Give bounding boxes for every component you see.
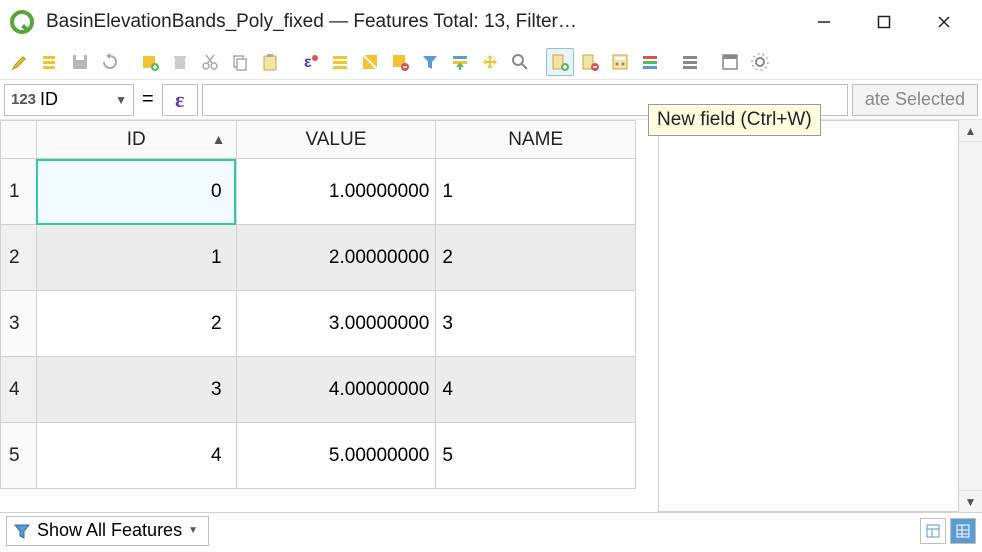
chevron-down-icon: ▼ xyxy=(188,525,198,536)
row-header[interactable]: 1 xyxy=(1,159,37,225)
cell-name[interactable]: 4 xyxy=(436,357,636,423)
pencil-icon[interactable] xyxy=(6,48,34,76)
chevron-down-icon: ▼ xyxy=(115,93,127,107)
settings-icon[interactable] xyxy=(746,48,774,76)
field-name-label: ID xyxy=(40,89,111,110)
table-row[interactable]: 212.000000002 xyxy=(1,225,636,291)
actions-icon[interactable] xyxy=(676,48,704,76)
cell-name[interactable]: 2 xyxy=(436,225,636,291)
column-header-value[interactable]: VALUE xyxy=(236,121,436,159)
add-feature-icon[interactable] xyxy=(136,48,164,76)
invert-select-icon[interactable] xyxy=(356,48,384,76)
status-bar: Show All Features ▼ xyxy=(0,512,982,548)
copy-icon[interactable] xyxy=(226,48,254,76)
minimize-button[interactable] xyxy=(794,2,854,42)
column-header-id[interactable]: ID▲ xyxy=(36,121,236,159)
dock-icon[interactable] xyxy=(716,48,744,76)
row-header[interactable]: 3 xyxy=(1,291,37,357)
form-view-button[interactable] xyxy=(920,518,946,544)
cell-id[interactable]: 3 xyxy=(36,357,236,423)
attribute-table: ID▲ VALUE NAME 101.000000001212.00000000… xyxy=(0,120,636,489)
window-controls xyxy=(794,2,974,42)
cell-id[interactable]: 0 xyxy=(36,159,236,225)
attribute-table-area: ID▲ VALUE NAME 101.000000001212.00000000… xyxy=(0,120,982,512)
scroll-down-icon[interactable]: ▼ xyxy=(959,490,982,512)
table-row[interactable]: 545.000000005 xyxy=(1,423,636,489)
expression-dialog-button[interactable]: ε xyxy=(162,84,198,116)
pan-to-icon[interactable] xyxy=(476,48,504,76)
row-header[interactable]: 2 xyxy=(1,225,37,291)
new-field-button[interactable] xyxy=(546,48,574,76)
column-header-name[interactable]: NAME xyxy=(436,121,636,159)
reload-icon[interactable] xyxy=(96,48,124,76)
svg-text:ε: ε xyxy=(304,54,312,71)
qgis-app-icon xyxy=(8,8,36,36)
expression-select-icon[interactable]: ε xyxy=(296,48,324,76)
field-type-prefix: 123 xyxy=(11,91,36,108)
titlebar: BasinElevationBands_Poly_fixed — Feature… xyxy=(0,0,982,44)
table-row[interactable]: 434.000000004 xyxy=(1,357,636,423)
scroll-up-icon[interactable]: ▲ xyxy=(959,120,982,142)
show-all-features-button[interactable]: Show All Features ▼ xyxy=(6,516,209,546)
cell-value[interactable]: 1.00000000 xyxy=(236,159,436,225)
select-all-icon[interactable] xyxy=(326,48,354,76)
table-view-button[interactable] xyxy=(950,518,976,544)
corner-header[interactable] xyxy=(1,121,37,159)
row-header[interactable]: 5 xyxy=(1,423,37,489)
cell-name[interactable]: 5 xyxy=(436,423,636,489)
multi-edit-icon[interactable] xyxy=(36,48,64,76)
row-header[interactable]: 4 xyxy=(1,357,37,423)
cell-value[interactable]: 5.00000000 xyxy=(236,423,436,489)
toolbar: ε xyxy=(0,44,982,80)
zoom-to-icon[interactable] xyxy=(506,48,534,76)
equals-label: = xyxy=(138,88,158,111)
cell-id[interactable]: 2 xyxy=(36,291,236,357)
cell-value[interactable]: 4.00000000 xyxy=(236,357,436,423)
vertical-scrollbar[interactable]: ▲ ▼ xyxy=(958,120,982,512)
field-calc-bar: 123 ID ▼ = ε ate Selected xyxy=(0,80,982,120)
show-all-label: Show All Features xyxy=(37,520,182,541)
filter-select-icon[interactable] xyxy=(416,48,444,76)
table-row[interactable]: 323.000000003 xyxy=(1,291,636,357)
table-row[interactable]: 101.000000001 xyxy=(1,159,636,225)
cell-name[interactable]: 3 xyxy=(436,291,636,357)
field-calc-icon[interactable] xyxy=(606,48,634,76)
cell-id[interactable]: 1 xyxy=(36,225,236,291)
deselect-icon[interactable] xyxy=(386,48,414,76)
move-top-icon[interactable] xyxy=(446,48,474,76)
cell-name[interactable]: 1 xyxy=(436,159,636,225)
tooltip: New field (Ctrl+W) xyxy=(648,104,821,136)
cell-id[interactable]: 4 xyxy=(36,423,236,489)
cut-icon[interactable] xyxy=(196,48,224,76)
paste-icon[interactable] xyxy=(256,48,284,76)
delete-feature-icon[interactable] xyxy=(166,48,194,76)
cell-value[interactable]: 3.00000000 xyxy=(236,291,436,357)
save-edits-icon[interactable] xyxy=(66,48,94,76)
sort-asc-icon: ▲ xyxy=(212,131,226,147)
window-title: BasinElevationBands_Poly_fixed — Feature… xyxy=(46,11,794,33)
cell-value[interactable]: 2.00000000 xyxy=(236,225,436,291)
field-select[interactable]: 123 ID ▼ xyxy=(4,84,134,116)
filter-icon xyxy=(13,522,31,540)
update-selected-button[interactable]: ate Selected xyxy=(852,84,978,116)
delete-field-icon[interactable] xyxy=(576,48,604,76)
maximize-button[interactable] xyxy=(854,2,914,42)
close-button[interactable] xyxy=(914,2,974,42)
conditional-format-icon[interactable] xyxy=(636,48,664,76)
table-empty-area xyxy=(658,120,958,512)
